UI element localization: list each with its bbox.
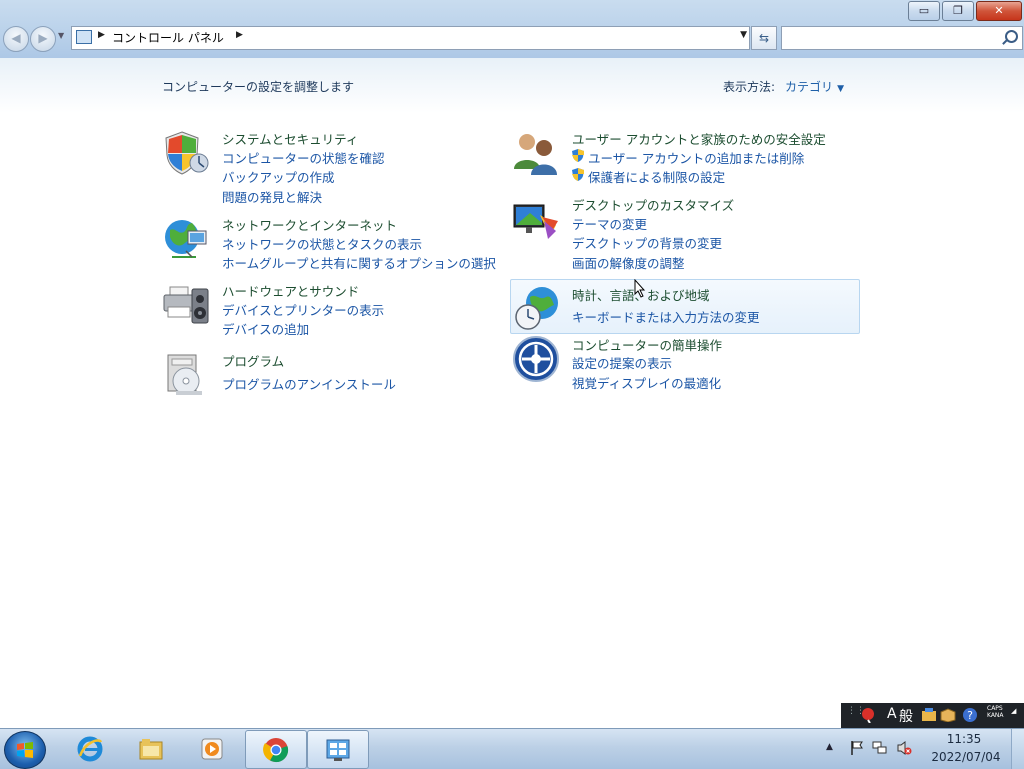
action-center-flag-icon[interactable] [849, 740, 865, 756]
category-title[interactable]: ユーザー アカウントと家族のための安全設定 [572, 129, 826, 148]
link-check-status[interactable]: コンピューターの状態を確認 [222, 148, 385, 167]
start-button[interactable] [4, 731, 46, 769]
control-panel-small-icon [76, 30, 92, 44]
link-add-remove-accounts[interactable]: ユーザー アカウントの追加または削除 [572, 148, 804, 167]
mouse-cursor-icon [634, 279, 646, 298]
link-label[interactable]: ユーザー アカウントの追加または削除 [588, 151, 804, 166]
category-title[interactable]: プログラム [222, 351, 284, 370]
minimize-icon: ▭ [918, 4, 930, 17]
ime-pad-icon[interactable] [861, 707, 875, 723]
link-uninstall[interactable]: プログラムのアンインストール [222, 374, 396, 393]
shield-icon[interactable] [162, 129, 210, 177]
link-change-theme[interactable]: テーマの変更 [572, 214, 647, 233]
chrome-icon [263, 738, 289, 763]
link-suggest-settings[interactable]: 設定の提案の表示 [572, 353, 672, 372]
minimize-button[interactable]: ▭ [908, 1, 940, 21]
link-homegroup[interactable]: ホームグループと共有に関するオプションの選択 [222, 253, 496, 272]
link-label[interactable]: 保護者による制限の設定 [588, 170, 725, 185]
category-title[interactable]: コンピューターの簡単操作 [572, 335, 722, 354]
ime-lock-indicators: CAPS KANA [987, 705, 1004, 719]
maximize-icon: ❐ [953, 4, 963, 17]
chevron-down-icon[interactable]: ▼ [837, 84, 844, 94]
taskbar-control-panel[interactable] [307, 730, 369, 769]
maximize-button[interactable]: ❐ [942, 1, 974, 21]
breadcrumb-separator-icon[interactable]: ▶ [236, 30, 243, 40]
taskbar-chrome[interactable] [245, 730, 307, 769]
kana-indicator: KANA [987, 712, 1004, 719]
link-add-device[interactable]: デバイスの追加 [222, 319, 309, 338]
ime-input-mode[interactable]: A [887, 706, 897, 722]
category-title[interactable]: システムとセキュリティ [222, 129, 358, 148]
link-network-status[interactable]: ネットワークの状態とタスクの表示 [222, 234, 422, 253]
ime-options-icon[interactable]: ◢ [1011, 707, 1016, 715]
ime-tool-icon[interactable] [921, 708, 937, 722]
programs-disc-icon[interactable] [162, 351, 210, 399]
close-icon: ✕ [994, 4, 1004, 17]
view-by: 表示方法: カテゴリ ▼ [723, 78, 844, 95]
uac-shield-icon [572, 149, 584, 162]
link-troubleshoot[interactable]: 問題の発見と解決 [222, 187, 322, 206]
category-title[interactable]: ネットワークとインターネット [222, 215, 397, 234]
show-hidden-icons-button[interactable]: ▲ [826, 742, 833, 752]
ease-of-access-icon[interactable] [512, 335, 560, 383]
link-screen-resolution[interactable]: 画面の解像度の調整 [572, 253, 685, 272]
link-desktop-background[interactable]: デスクトップの背景の変更 [572, 233, 722, 252]
printer-speaker-icon[interactable] [162, 281, 210, 329]
show-desktop-button[interactable] [1011, 729, 1024, 769]
close-button[interactable]: ✕ [976, 1, 1022, 21]
taskbar-media-player[interactable] [182, 730, 242, 767]
link-optimize-display[interactable]: 視覚ディスプレイの最適化 [572, 373, 721, 392]
media-player-icon [201, 738, 223, 760]
network-tray-icon[interactable] [872, 740, 888, 756]
internet-explorer-icon [77, 736, 103, 762]
search-input[interactable] [781, 26, 1023, 50]
link-keyboard-input[interactable]: キーボードまたは入力方法の変更 [572, 307, 760, 326]
link-parental-controls[interactable]: 保護者による制限の設定 [572, 167, 725, 186]
desktop-paint-icon[interactable] [512, 195, 560, 243]
svg-text:?: ? [967, 709, 973, 722]
recent-pages-dropdown[interactable]: ▼ [58, 31, 64, 40]
address-history-dropdown[interactable]: ▼ [740, 30, 747, 40]
taskbar-internet-explorer[interactable] [60, 730, 120, 767]
file-explorer-icon [139, 739, 163, 760]
ime-dictionary-icon[interactable] [940, 708, 956, 722]
search-icon[interactable] [1005, 30, 1018, 43]
link-devices-printers[interactable]: デバイスとプリンターの表示 [222, 300, 384, 319]
refresh-icon: ⇆ [758, 31, 770, 45]
category-title[interactable]: デスクトップのカスタマイズ [572, 195, 734, 214]
caps-indicator: CAPS [987, 705, 1003, 712]
control-panel-icon [326, 739, 350, 761]
forward-button[interactable]: ▶ [30, 26, 56, 52]
window-frame: ▭ ❐ ✕ ◀ ▶ ▼ ▶ コントロール パネル ▶ ▼ ⇆ [0, 0, 1024, 58]
back-button[interactable]: ◀ [3, 26, 29, 52]
volume-muted-icon[interactable] [896, 740, 912, 756]
users-icon[interactable] [512, 129, 560, 177]
category-title[interactable]: ハードウェアとサウンド [222, 281, 359, 300]
address-bar[interactable]: ▶ コントロール パネル ▶ ▼ [71, 26, 750, 50]
caption-buttons: ▭ ❐ ✕ [908, 1, 1022, 21]
clock-globe-icon[interactable] [512, 285, 560, 333]
back-arrow-icon: ◀ [11, 31, 21, 45]
taskbar: ▲ 11:35 2022/07/04 [0, 728, 1024, 769]
taskbar-explorer[interactable] [121, 730, 181, 767]
breadcrumb-control-panel[interactable]: コントロール パネル [112, 29, 224, 46]
tray-clock-date[interactable]: 2022/07/04 [926, 750, 1006, 764]
breadcrumb-separator-icon[interactable]: ▶ [98, 30, 105, 40]
forward-arrow-icon: ▶ [38, 31, 48, 45]
view-by-label: 表示方法: [723, 80, 776, 94]
view-by-dropdown[interactable]: カテゴリ [785, 80, 833, 94]
link-backup[interactable]: バックアップの作成 [222, 167, 335, 186]
windows-logo-icon [17, 742, 33, 758]
uac-shield-icon [572, 168, 584, 181]
tray-clock-time[interactable]: 11:35 [938, 732, 990, 746]
refresh-button[interactable]: ⇆ [751, 26, 777, 50]
network-globe-icon[interactable] [162, 215, 210, 263]
page-title: コンピューターの設定を調整します [162, 80, 355, 94]
help-icon[interactable]: ? [962, 707, 978, 723]
ime-conversion-mode[interactable]: 般 [899, 706, 913, 726]
